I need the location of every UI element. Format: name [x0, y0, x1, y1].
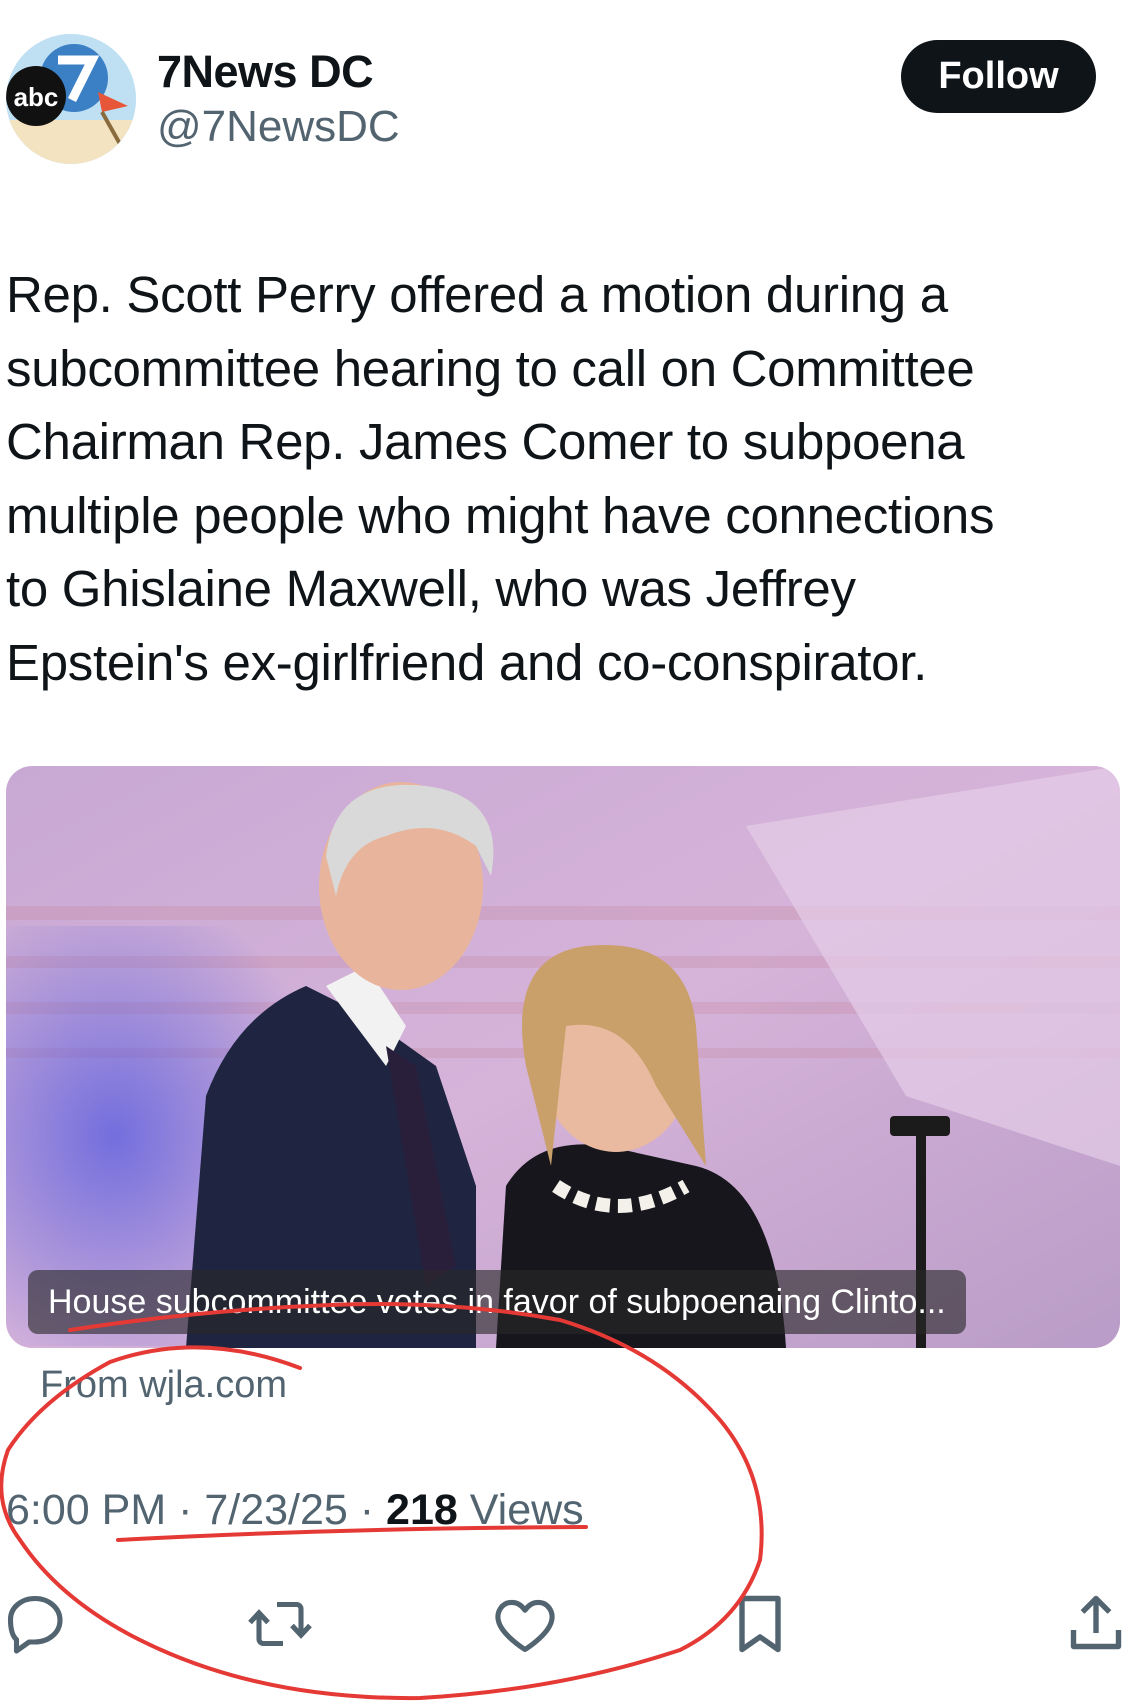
card-source-link[interactable]: From wjla.com	[40, 1364, 287, 1407]
card-caption: House subcommittee votes in favor of sub…	[28, 1270, 966, 1334]
share-button[interactable]	[1060, 1588, 1132, 1660]
like-icon	[495, 1599, 555, 1653]
display-name[interactable]: 7News DC	[157, 46, 374, 98]
bookmark-icon	[739, 1595, 781, 1653]
views-count: 218	[386, 1486, 458, 1534]
bookmark-button[interactable]	[724, 1588, 796, 1660]
link-card[interactable]: House subcommittee votes in favor of sub…	[6, 766, 1120, 1348]
share-icon	[1070, 1595, 1122, 1650]
meta-separator: ·	[347, 1486, 387, 1534]
tweet-time[interactable]: 6:00 PM	[6, 1486, 166, 1534]
account-avatar[interactable]: abc	[6, 34, 136, 164]
meta-separator: ·	[166, 1486, 205, 1534]
repost-icon	[248, 1601, 312, 1647]
repost-button[interactable]	[244, 1588, 316, 1660]
follow-button[interactable]: Follow	[901, 40, 1096, 113]
abc-logo-text: abc	[14, 82, 59, 112]
reply-button[interactable]	[0, 1588, 72, 1660]
tweet-date[interactable]: 7/23/25	[204, 1486, 347, 1534]
account-handle[interactable]: @7NewsDC	[157, 102, 400, 152]
tweet-meta: 6:00 PM · 7/23/25 · 218 Views	[6, 1486, 584, 1535]
like-button[interactable]	[489, 1588, 561, 1660]
tweet-text: Rep. Scott Perry offered a motion during…	[6, 266, 995, 691]
card-photo	[6, 766, 1120, 1348]
views-label: Views	[457, 1486, 584, 1534]
reply-icon	[7, 1595, 63, 1654]
